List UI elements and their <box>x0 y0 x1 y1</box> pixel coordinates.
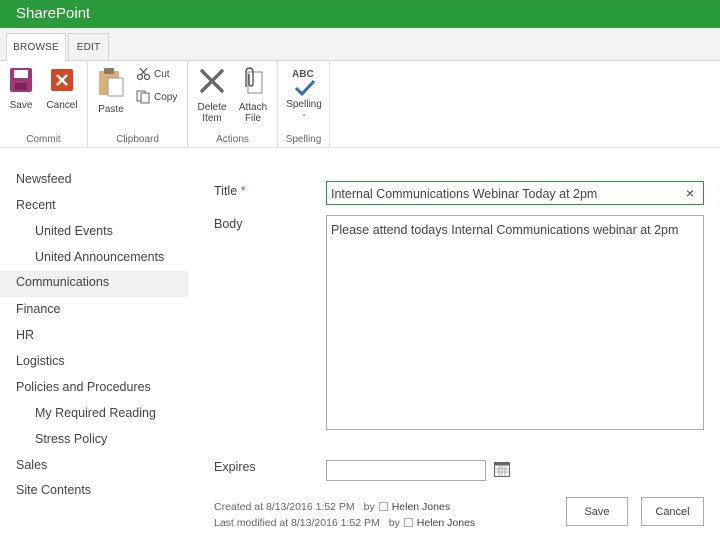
ribbon-delete-item-button[interactable]: Delete Item <box>194 67 230 124</box>
created-info: Created at 8/13/2016 1:52 PM by Helen Jon… <box>214 501 450 513</box>
created-by-link[interactable]: Helen Jones <box>392 501 450 513</box>
modified-by-text: by <box>388 517 400 529</box>
nav-item-finance[interactable]: Finance <box>0 298 188 324</box>
nav-item-site-contents[interactable]: Site Contents <box>0 479 188 505</box>
ribbon-spelling-label: Spelling <box>286 99 322 110</box>
ribbon-group-actions: Delete Item Attach File Actions <box>188 61 278 148</box>
ribbon-group-commit: Save Cancel Commit <box>0 61 88 148</box>
body-textarea[interactable]: Please attend todays Internal Communicat… <box>326 215 704 430</box>
ribbon-delete-label-1: Delete <box>197 102 227 113</box>
user-presence-icon <box>403 518 413 527</box>
clear-icon[interactable]: × <box>686 185 694 201</box>
user-presence-icon <box>378 502 388 511</box>
modified-by-link[interactable]: Helen Jones <box>417 517 475 529</box>
cancel-icon <box>51 69 73 91</box>
expires-date-input[interactable] <box>326 460 486 481</box>
save-icon <box>10 68 32 92</box>
attach-file-icon <box>245 67 263 94</box>
nav-item-newsfeed[interactable]: Newsfeed <box>0 168 188 194</box>
calendar-icon[interactable] <box>494 462 510 477</box>
group-label-actions: Actions <box>216 134 249 145</box>
chevron-down-icon: - <box>302 110 306 121</box>
ribbon-attach-label-2: File <box>244 113 262 124</box>
ribbon: Save Cancel Commit Paste Cut Copy Clipbo… <box>0 61 720 148</box>
ribbon-copy-label: Copy <box>154 91 178 103</box>
ribbon-copy-button[interactable]: Copy <box>136 90 177 104</box>
title-label-text: Title <box>214 184 238 198</box>
ribbon-tabs: BROWSE EDIT <box>0 28 720 61</box>
title-label: Title * <box>214 184 246 198</box>
cut-icon <box>136 67 151 81</box>
save-button[interactable]: Save <box>566 497 628 526</box>
modified-text: Last modified at 8/13/2016 1:52 PM <box>214 517 380 529</box>
created-by-text: by <box>363 501 375 513</box>
modified-info: Last modified at 8/13/2016 1:52 PM by Hel… <box>214 517 475 529</box>
nav-item-united-events[interactable]: United Events <box>0 220 188 246</box>
nav-item-communications[interactable]: Communications <box>0 271 188 297</box>
ribbon-attach-file-button[interactable]: Attach File <box>236 67 270 124</box>
body-textarea-value: Please attend todays Internal Communicat… <box>331 223 679 237</box>
nav-item-hr[interactable]: HR <box>0 324 188 350</box>
ribbon-group-clipboard: Paste Cut Copy Clipboard <box>88 61 188 148</box>
group-label-clipboard: Clipboard <box>116 134 159 145</box>
ribbon-save-label: Save <box>9 100 33 111</box>
ribbon-cut-label: Cut <box>154 68 170 80</box>
paste-icon <box>99 68 124 97</box>
nav-item-policies-and-procedures[interactable]: Policies and Procedures <box>0 376 188 402</box>
nav-item-united-announcements[interactable]: United Announcements <box>0 246 188 272</box>
checkmark-icon <box>294 79 316 97</box>
ribbon-attach-label-1: Attach <box>238 102 268 113</box>
copy-icon <box>136 90 150 104</box>
ribbon-cut-button[interactable]: Cut <box>136 67 170 81</box>
tab-edit[interactable]: EDIT <box>68 33 109 61</box>
nav-item-recent[interactable]: Recent <box>0 194 188 220</box>
delete-icon <box>200 69 224 93</box>
ribbon-delete-label-2: Item <box>202 113 222 124</box>
nav-item-my-required-reading[interactable]: My Required Reading <box>0 402 188 428</box>
ribbon-save-button[interactable]: Save <box>6 67 36 111</box>
nav-item-stress-policy[interactable]: Stress Policy <box>0 428 188 454</box>
required-marker: * <box>240 184 246 198</box>
group-label-spelling: Spelling <box>285 134 322 145</box>
title-input[interactable]: Internal Communications Webinar Today at… <box>326 181 704 205</box>
suite-bar: SharePoint <box>0 0 720 28</box>
expires-label: Expires <box>214 460 256 474</box>
ribbon-group-spelling: ABC Spelling - Spelling <box>278 61 330 148</box>
body-label: Body <box>214 217 243 231</box>
ribbon-paste-label: Paste <box>98 104 124 115</box>
group-label-commit: Commit <box>26 134 61 145</box>
app-title[interactable]: SharePoint <box>16 5 90 22</box>
ribbon-spelling-button[interactable]: ABC Spelling - <box>283 67 325 121</box>
cancel-button[interactable]: Cancel <box>641 497 704 526</box>
tab-browse[interactable]: BROWSE <box>6 33 66 61</box>
nav-item-logistics[interactable]: Logistics <box>0 350 188 376</box>
nav-item-sales[interactable]: Sales <box>0 454 188 480</box>
spelling-icon: ABC <box>283 67 325 97</box>
ribbon-cancel-button[interactable]: Cancel <box>45 67 79 111</box>
ribbon-cancel-label: Cancel <box>46 100 78 111</box>
title-input-value: Internal Communications Webinar Today at… <box>331 187 598 201</box>
ribbon-paste-button[interactable]: Paste <box>96 67 126 115</box>
created-text: Created at 8/13/2016 1:52 PM <box>214 501 355 513</box>
